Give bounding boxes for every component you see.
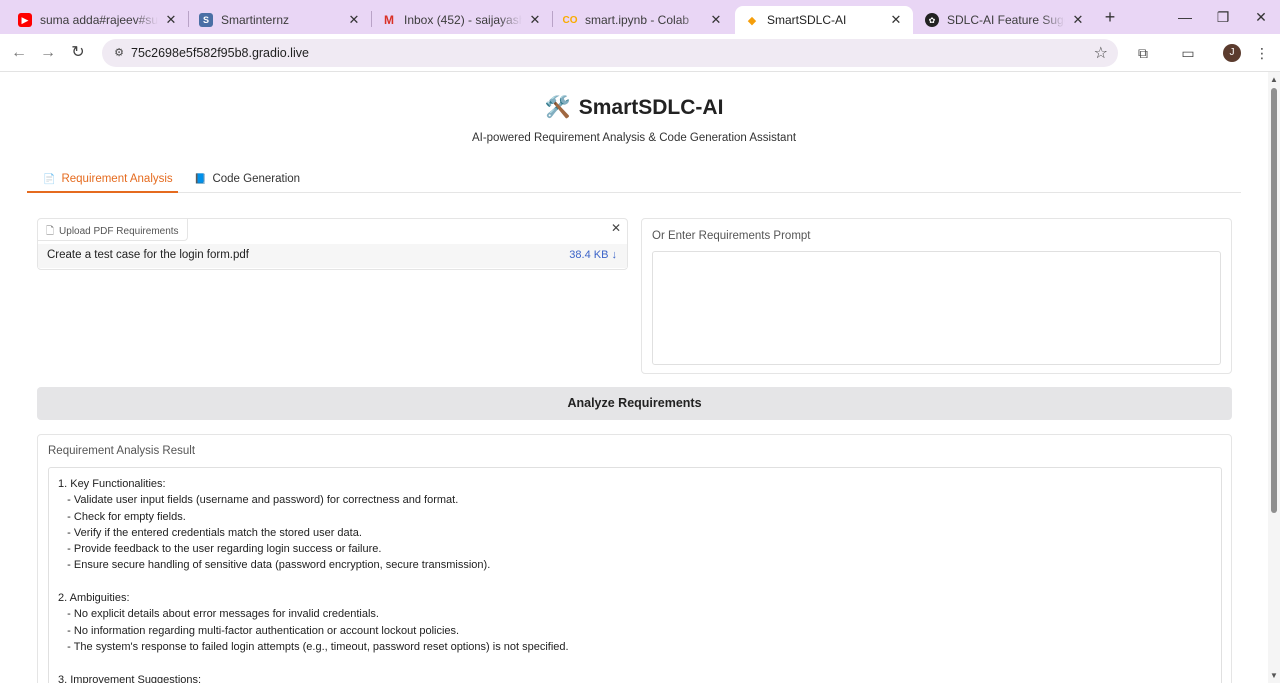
result-line: 2. Ambiguities: (58, 592, 130, 605)
browser-tab-colab[interactable]: CO smart.ipynb - Colab ✕ (553, 6, 733, 34)
gradio-icon: ◆ (747, 14, 757, 27)
tab-label: Code Generation (212, 173, 301, 185)
browser-tab-smartsdlc[interactable]: ◆ SmartSDLC-AI ✕ (735, 6, 913, 34)
result-line (58, 655, 1221, 671)
close-window-button[interactable]: ✕ (1242, 6, 1280, 28)
result-panel: Requirement Analysis Result 1. Key Funct… (37, 434, 1232, 683)
scroll-up-icon[interactable]: ▲ (1270, 75, 1278, 84)
smartinternz-icon: S (199, 13, 213, 27)
minimize-button[interactable]: — (1166, 6, 1204, 28)
browser-tabstrip: ▶ suma adda#rajeev#sumaso ✕ S Smartinter… (0, 0, 1280, 34)
prompt-label: Or Enter Requirements Prompt (652, 230, 811, 242)
pdf-upload[interactable]: 🗋 Upload PDF Requirements ✕ Create a test… (37, 218, 628, 270)
close-tab-icon[interactable]: ✕ (1071, 12, 1085, 28)
browser-tab-title: Smartinternz (221, 13, 290, 27)
result-line: - Validate user input fields (username a… (58, 494, 459, 507)
page-scrollbar[interactable]: ▲ ▼ (1268, 72, 1280, 683)
result-line: 1. Key Functionalities: (58, 478, 166, 490)
requirements-prompt-input[interactable] (652, 251, 1221, 365)
tab-code-generation[interactable]: 📘 Code Generation (178, 168, 314, 193)
browser-tab-title: smart.ipynb - Colab (585, 13, 690, 27)
site-info-icon[interactable]: ⚙ (112, 46, 126, 60)
document-icon: 📄 (43, 174, 56, 185)
profile-avatar[interactable]: J (1223, 44, 1241, 62)
browser-tab-title: SDLC-AI Feature Suggestion (947, 13, 1065, 27)
new-tab-button[interactable]: + (1100, 8, 1120, 28)
browser-tab-smartinternz[interactable]: S Smartinternz ✕ (189, 6, 371, 34)
tab-requirement-analysis[interactable]: 📄 Requirement Analysis (27, 168, 178, 193)
result-line: 3. Improvement Suggestions: (58, 673, 202, 683)
page-title-text: SmartSDLC-AI (578, 96, 724, 119)
tab-label: Requirement Analysis (61, 173, 173, 185)
page-subtitle: AI-powered Requirement Analysis & Code G… (471, 132, 797, 144)
browser-tab-title: SmartSDLC-AI (767, 13, 847, 27)
result-label: Requirement Analysis Result (48, 445, 196, 457)
file-download-link[interactable]: 38.4 KB ↓ (569, 249, 617, 261)
result-line: - No explicit details about error messag… (58, 608, 379, 621)
book-icon: 📘 (194, 174, 207, 185)
close-tab-icon[interactable]: ✕ (709, 12, 723, 28)
maximize-button[interactable]: ❐ (1204, 6, 1242, 28)
extensions-icon[interactable]: ⧉ (1133, 43, 1153, 63)
forward-button[interactable]: → (37, 42, 59, 64)
back-button[interactable]: ← (8, 42, 30, 64)
page-title: 🛠️ SmartSDLC-AI (0, 96, 1268, 120)
tools-icon: 🛠️ (544, 96, 571, 119)
url-text[interactable]: 75c2698e5f582f95b8.gradio.live (131, 46, 309, 60)
uploaded-file-row: Create a test case for the login form.pd… (38, 244, 627, 268)
cast-icon[interactable]: ▭ (1178, 43, 1198, 63)
upload-label: 🗋 Upload PDF Requirements (38, 219, 188, 241)
page-content: 🛠️ SmartSDLC-AI AI-powered Requirement An… (0, 72, 1268, 683)
bookmark-star-icon[interactable]: ☆ (1094, 43, 1108, 63)
address-bar[interactable]: ⚙ 75c2698e5f582f95b8.gradio.live ☆ (102, 39, 1118, 67)
browser-tab-title: suma adda#rajeev#sumaso (40, 13, 158, 27)
browser-tab-title: Inbox (452) - saijayashree32 (404, 13, 522, 27)
upload-label-text: Upload PDF Requirements (59, 226, 179, 237)
prompt-panel: Or Enter Requirements Prompt (641, 218, 1232, 374)
file-name: Create a test case for the login form.pd… (47, 249, 249, 261)
menu-icon[interactable]: ⋮ (1252, 43, 1272, 63)
openai-icon: ✿ (925, 13, 939, 27)
reload-button[interactable]: ↻ (67, 42, 89, 64)
analyze-requirements-button[interactable]: Analyze Requirements (37, 387, 1232, 420)
browser-toolbar: ← → ↻ ⚙ 75c2698e5f582f95b8.gradio.live ☆… (0, 34, 1280, 72)
result-line (58, 574, 1221, 590)
youtube-icon: ▶ (18, 13, 32, 27)
analysis-result-output[interactable]: 1. Key Functionalities: - Validate user … (48, 467, 1222, 683)
browser-tab-youtube[interactable]: ▶ suma adda#rajeev#sumaso ✕ (8, 6, 188, 34)
result-line: - No information regarding multi-factor … (58, 624, 460, 637)
browser-tab-sdlc-feature[interactable]: ✿ SDLC-AI Feature Suggestion ✕ (915, 6, 1095, 34)
scrollbar-thumb[interactable] (1271, 88, 1277, 513)
close-tab-icon[interactable]: ✕ (347, 12, 361, 28)
app-tabs: 📄 Requirement Analysis 📘 Code Generation (27, 168, 1241, 193)
browser-tab-gmail[interactable]: M Inbox (452) - saijayashree32 ✕ (372, 6, 552, 34)
result-line: - Ensure secure handling of sensitive da… (58, 559, 491, 572)
result-line: - Verify if the entered credentials matc… (58, 526, 362, 539)
file-icon: 🗋 (46, 226, 55, 237)
close-tab-icon[interactable]: ✕ (889, 12, 903, 28)
result-line: - Provide feedback to the user regarding… (58, 543, 382, 556)
close-tab-icon[interactable]: ✕ (164, 12, 178, 28)
close-tab-icon[interactable]: ✕ (528, 12, 542, 28)
result-line: - Check for empty fields. (58, 510, 186, 523)
result-line: - The system's response to failed login … (58, 640, 569, 653)
remove-file-button[interactable]: ✕ (609, 221, 623, 235)
gmail-icon: M (384, 13, 394, 27)
scroll-down-icon[interactable]: ▼ (1270, 671, 1278, 680)
colab-icon: CO (562, 14, 578, 26)
